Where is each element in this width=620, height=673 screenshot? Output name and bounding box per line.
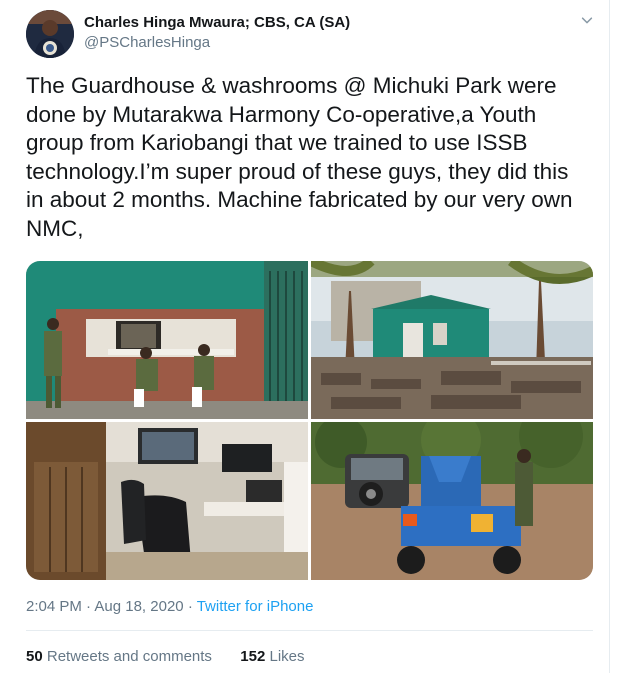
retweets-stat[interactable]: 50 Retweets and comments [26, 648, 216, 665]
likes-count: 152 [240, 648, 266, 665]
likes-stat[interactable]: 152 Likes [240, 648, 304, 665]
chevron-down-icon[interactable] [577, 10, 597, 30]
likes-label: Likes [269, 648, 305, 665]
author-name[interactable]: Charles Hinga Mwaura; CBS, CA (SA) [84, 14, 350, 31]
tweet-text: The Guardhouse & washrooms @ Michuki Par… [26, 73, 573, 241]
photo-park-building[interactable] [311, 261, 593, 419]
meta-separator: · [187, 598, 193, 615]
meta-separator: · [86, 598, 92, 615]
tweet-card: Charles Hinga Mwaura; CBS, CA (SA) @PSCh… [0, 0, 620, 673]
tweet-meta: 2:04 PM · Aug 18, 2020 · Twitter for iPh… [26, 598, 313, 615]
photo-guardhouse[interactable] [26, 261, 308, 419]
author-handle[interactable]: @PSCharlesHinga [84, 34, 210, 51]
avatar[interactable] [26, 10, 74, 58]
tweet-time[interactable]: 2:04 PM [26, 598, 82, 615]
retweets-label: Retweets and comments [46, 648, 212, 665]
divider [26, 630, 593, 631]
retweets-count: 50 [26, 648, 43, 665]
tweet-stats: 50 Retweets and comments 152 Likes [26, 648, 305, 665]
column-border [609, 0, 610, 673]
source-link[interactable]: Twitter for iPhone [197, 598, 314, 615]
photo-office-interior[interactable] [26, 422, 308, 580]
tweet-date[interactable]: Aug 18, 2020 [94, 598, 183, 615]
photo-brick-machine[interactable] [311, 422, 593, 580]
media-grid [26, 261, 593, 580]
